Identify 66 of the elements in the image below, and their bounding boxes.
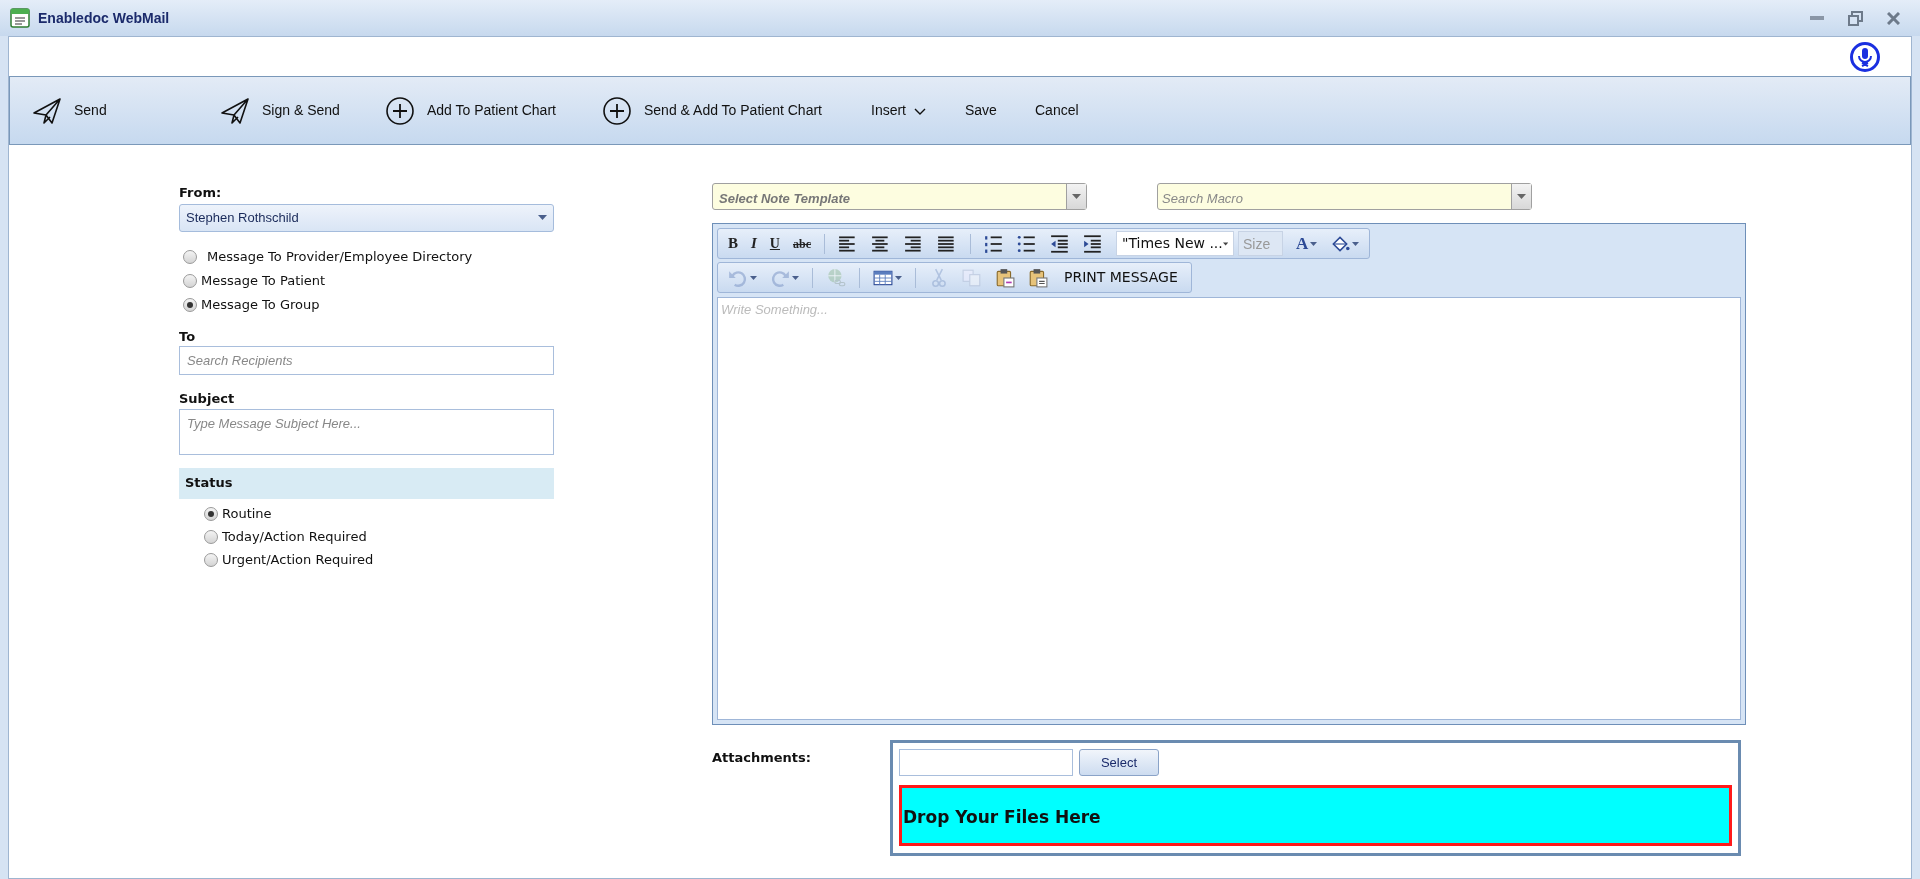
- radio-label: Message To Group: [201, 295, 320, 314]
- toolbar-button[interactable]: Sign & Send: [220, 90, 340, 131]
- radio-label: Urgent/Action Required: [222, 550, 374, 569]
- field-label: From:: [179, 184, 223, 202]
- file-name-field[interactable]: [899, 749, 1073, 776]
- radio-button[interactable]: [183, 273, 197, 288]
- from-dropdown[interactable]: Stephen Rothschild: [179, 203, 554, 232]
- indent-icon[interactable]: [1083, 233, 1103, 254]
- field-label: Subject: [179, 390, 236, 408]
- justify-icon[interactable]: [937, 233, 957, 254]
- font-family-dropdown[interactable]: "Times New ...: [1116, 231, 1234, 256]
- font-color-button[interactable]: A: [1296, 230, 1309, 257]
- toolbar-button[interactable]: Cancel: [1035, 90, 1079, 131]
- recipients-search-field[interactable]: Search Recipients: [179, 346, 554, 375]
- bullet-list-icon[interactable]: [1017, 233, 1037, 254]
- paste-icon[interactable]: [1028, 267, 1048, 288]
- toolbar-button[interactable]: Save: [965, 90, 997, 131]
- microphone-icon[interactable]: [1849, 40, 1881, 73]
- paper-plane-icon: [32, 95, 62, 126]
- field-label: Attachments:: [712, 749, 812, 767]
- chevron-down-icon: [914, 108, 926, 116]
- toolbar-button[interactable]: Send: [32, 90, 107, 131]
- radio-button[interactable]: [204, 552, 218, 567]
- paper-plane-icon: [220, 95, 250, 126]
- outdent-icon[interactable]: [1050, 233, 1070, 254]
- macro-search-field[interactable]: Search Macro: [1157, 183, 1532, 210]
- caret-icon[interactable]: [1310, 241, 1318, 246]
- underline-button[interactable]: U: [769, 233, 780, 254]
- select-button[interactable]: Select: [1079, 749, 1159, 776]
- radio-button[interactable]: [183, 297, 197, 312]
- radio-label: Message To Provider/Employee Directory: [207, 247, 473, 266]
- dropdown-arrow-icon: [1222, 241, 1228, 246]
- radio-button[interactable]: [204, 506, 218, 521]
- paste-icon[interactable]: [995, 267, 1015, 288]
- insert-menu-button[interactable]: Insert: [871, 90, 926, 131]
- window-title: Enabledoc WebMail: [38, 8, 170, 28]
- numbered-list-icon[interactable]: [984, 233, 1004, 254]
- restore-icon[interactable]: [1848, 10, 1863, 26]
- align-center-icon[interactable]: [871, 233, 891, 254]
- radio-label: Message To Patient: [201, 271, 326, 290]
- close-icon[interactable]: [1887, 11, 1900, 25]
- plus-circle-icon: [385, 95, 415, 126]
- radio-label: Today/Action Required: [222, 527, 367, 546]
- toolbar-button[interactable]: Add To Patient Chart: [385, 90, 556, 131]
- strikethrough-button[interactable]: abc: [793, 234, 811, 253]
- print-message-button[interactable]: PRINT MESSAGE: [1061, 264, 1181, 291]
- italic-button[interactable]: I: [751, 232, 757, 255]
- caret-icon[interactable]: [895, 275, 902, 280]
- note-template-dropdown[interactable]: Select Note Template: [712, 183, 1087, 210]
- subject-field[interactable]: Type Message Subject Here...: [179, 408, 554, 455]
- align-right-icon[interactable]: [904, 233, 924, 254]
- align-left-icon[interactable]: [838, 233, 858, 254]
- section-title: Status: [185, 474, 233, 490]
- field-label: To: [179, 327, 197, 346]
- message-body-field[interactable]: Write Something...: [717, 297, 1741, 720]
- caret-icon[interactable]: [1352, 241, 1360, 246]
- plus-circle-icon: [602, 95, 632, 126]
- toolbar-button[interactable]: Send & Add To Patient Chart: [602, 90, 822, 131]
- radio-label: Routine: [222, 504, 272, 523]
- bold-button[interactable]: B: [728, 232, 738, 255]
- radio-button[interactable]: [204, 529, 218, 544]
- file-drop-zone[interactable]: Drop Your Files Here: [899, 785, 1732, 846]
- dropdown-arrow-icon: [538, 215, 547, 220]
- radio-button[interactable]: [183, 249, 197, 264]
- font-size-field[interactable]: Size: [1238, 231, 1283, 256]
- app-window-icon: [10, 8, 30, 28]
